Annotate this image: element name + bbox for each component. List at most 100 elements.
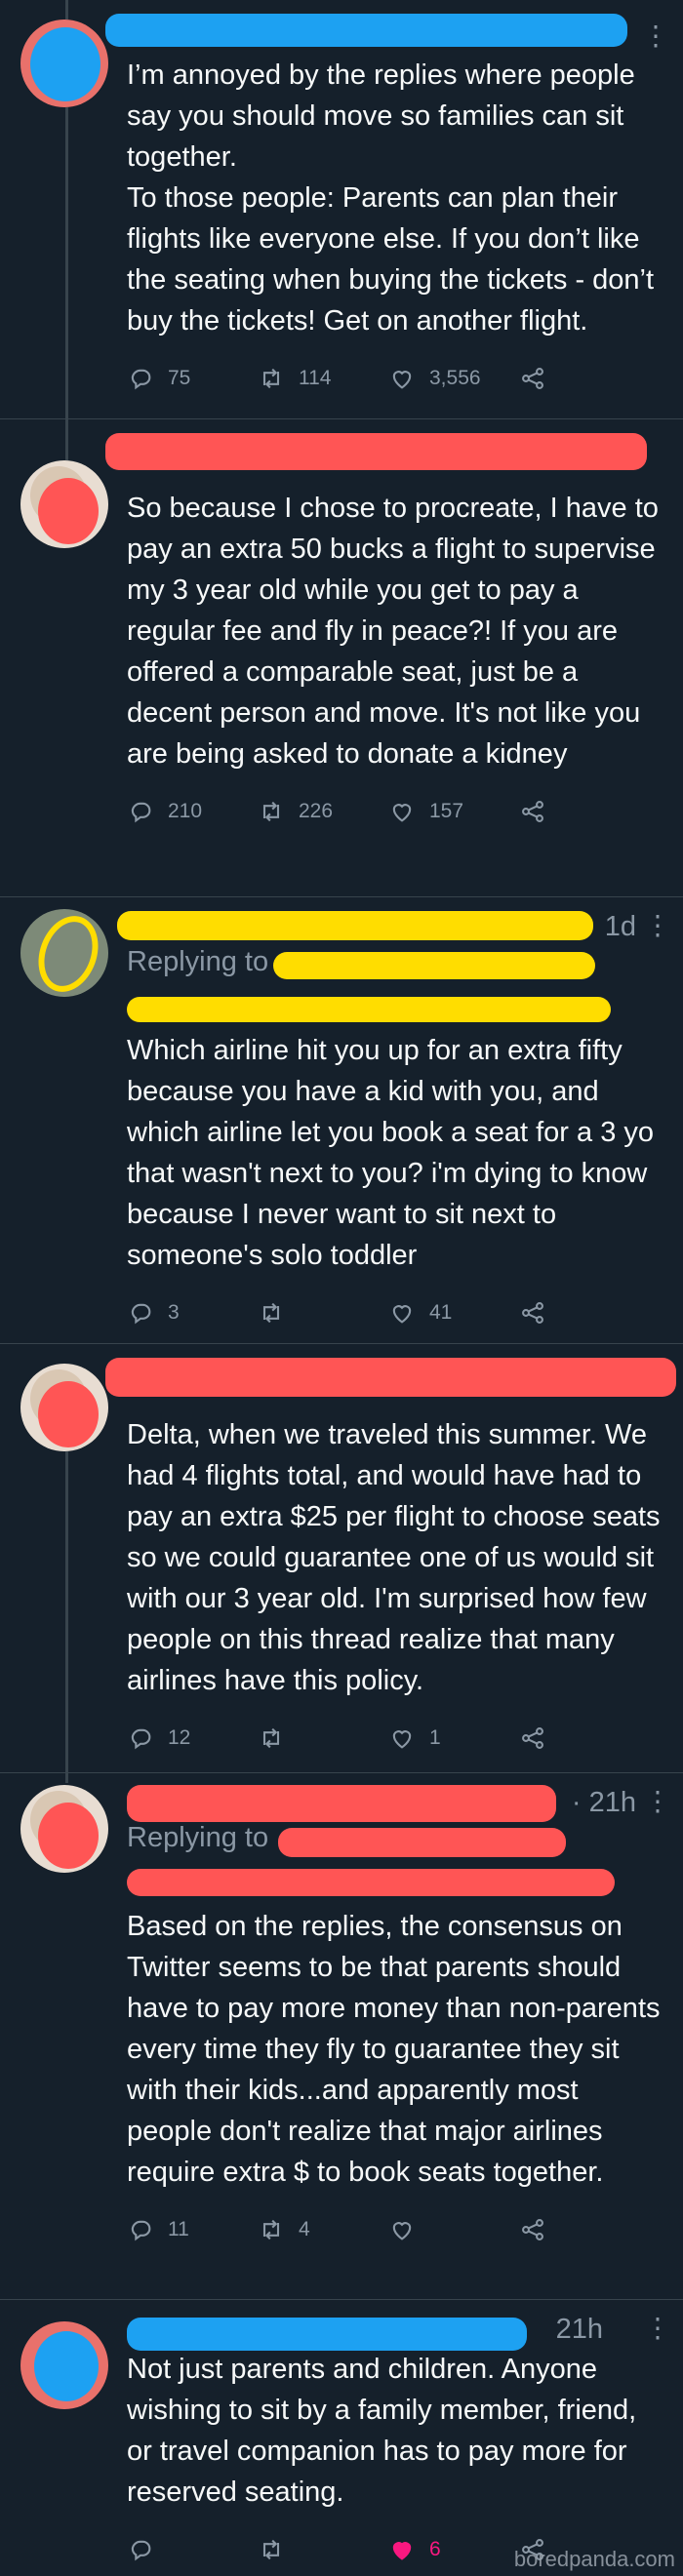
tweet-time[interactable]: 1d (605, 911, 636, 943)
retweet-button[interactable] (258, 1719, 388, 1758)
retweet-button[interactable]: 226 (258, 792, 388, 831)
retweet-button[interactable] (258, 2530, 388, 2569)
avatar[interactable] (20, 909, 108, 997)
avatar[interactable] (20, 2321, 108, 2409)
thread-line (65, 107, 68, 419)
reply-icon (131, 2220, 151, 2241)
tweet-text: So because I chose to procreate, I have … (127, 493, 666, 770)
reply-count: 12 (168, 1726, 191, 1749)
share-button[interactable] (519, 1293, 650, 1332)
tweet-actions: 210 226 157 (127, 792, 662, 831)
replying-to: Replying to (127, 946, 662, 987)
like-icon (392, 1305, 412, 1324)
reply-icon (131, 369, 151, 390)
reply-button[interactable] (127, 2530, 258, 2569)
tweet-header: · 21h ⋮ (127, 1783, 671, 1822)
tweet-text: I’m annoyed by the replies where people … (127, 59, 655, 337)
redacted-handle (127, 997, 611, 1022)
retweet-icon (262, 2219, 280, 2240)
more-icon[interactable]: ⋮ (644, 1785, 671, 1817)
redacted-handle (127, 1869, 615, 1896)
reply-button[interactable]: 210 (127, 792, 258, 831)
thread-line (65, 419, 68, 460)
reply-icon (131, 802, 151, 823)
tweet-header: 21h ⋮ (127, 2310, 671, 2349)
tweet-actions: 12 1 (127, 1719, 662, 1758)
share-icon (522, 2219, 543, 2240)
retweet-button[interactable] (258, 1293, 388, 1332)
reply-count: 210 (168, 800, 203, 822)
like-count: 157 (429, 800, 464, 822)
replying-to-label: Replying to (127, 1822, 269, 1853)
retweet-icon (262, 801, 280, 822)
reply-button[interactable]: 11 (127, 2210, 258, 2249)
retweet-icon (262, 1727, 280, 1749)
redacted-name (105, 14, 627, 47)
like-count: 3,556 (429, 367, 481, 389)
like-count: 1 (429, 1726, 441, 1749)
retweet-button[interactable]: 114 (258, 359, 388, 398)
share-button[interactable] (519, 792, 650, 831)
tweet-text: Based on the replies, the consensus on T… (127, 1911, 668, 2188)
retweet-icon (262, 368, 280, 389)
tweet-6[interactable]: 21h ⋮ Not just parents and children. Any… (0, 2300, 683, 2576)
tweet-1[interactable]: ⋮ I’m annoyed by the replies where peopl… (0, 0, 683, 419)
tweet-time[interactable]: · 21h (572, 1787, 636, 1819)
share-button[interactable] (519, 2210, 650, 2249)
avatar[interactable] (20, 20, 108, 107)
tweet-2[interactable]: So because I chose to procreate, I have … (0, 419, 683, 897)
thread-line (65, 0, 68, 20)
avatar[interactable] (20, 1785, 108, 1873)
reply-count: 3 (168, 1301, 180, 1324)
reply-button[interactable]: 75 (127, 359, 258, 398)
avatar[interactable] (20, 460, 108, 548)
reply-icon (131, 2540, 151, 2561)
replying-to: Replying to (127, 1822, 662, 1863)
redacted-name (105, 1358, 676, 1397)
like-button[interactable]: 1 (388, 1719, 519, 1758)
share-icon (522, 368, 543, 389)
share-button[interactable] (519, 359, 650, 398)
like-button[interactable] (388, 2210, 519, 2249)
retweet-count: 226 (299, 800, 334, 822)
more-icon[interactable]: ⋮ (642, 20, 669, 52)
retweet-icon (262, 1302, 280, 1324)
tweet-3[interactable]: 1d ⋮ Replying to Which airline hit you u… (0, 897, 683, 1344)
tweet-5[interactable]: · 21h ⋮ Replying to Based on the replies… (0, 1773, 683, 2300)
like-icon (392, 1730, 412, 1749)
retweet-count: 4 (299, 2218, 310, 2240)
share-icon (522, 1727, 543, 1749)
like-button[interactable]: 41 (388, 1293, 519, 1332)
tweet-actions: 75 114 3,556 (127, 359, 662, 398)
tweet-actions: 11 4 (127, 2210, 662, 2249)
reply-count: 11 (168, 2218, 189, 2240)
tweet-text: Which airline hit you up for an extra fi… (127, 1035, 663, 1271)
tweet-text: Not just parents and children. Anyone wi… (127, 2354, 645, 2508)
reply-icon (131, 1728, 151, 1750)
more-icon[interactable]: ⋮ (644, 909, 671, 941)
avatar[interactable] (20, 1364, 108, 1451)
thread-line (65, 1451, 68, 1773)
like-count: 41 (429, 1301, 453, 1324)
watermark: boredpanda.com (513, 2547, 675, 2571)
share-icon (522, 801, 543, 822)
like-icon (392, 371, 412, 389)
like-icon (392, 2542, 412, 2560)
tweet-4[interactable]: Delta, when we traveled this summer. We … (0, 1344, 683, 1773)
like-count: 6 (429, 2538, 441, 2560)
retweet-count: 114 (299, 367, 332, 389)
like-button[interactable]: 6 (388, 2530, 519, 2569)
more-icon[interactable]: ⋮ (644, 2312, 671, 2344)
like-button[interactable]: 3,556 (388, 359, 519, 398)
reply-button[interactable]: 12 (127, 1719, 258, 1758)
tweet-text: Delta, when we traveled this summer. We … (127, 1419, 668, 1696)
replying-to-label: Replying to (127, 946, 269, 977)
reply-button[interactable]: 3 (127, 1293, 258, 1332)
tweet-time[interactable]: 21h (556, 2314, 603, 2346)
like-button[interactable]: 157 (388, 792, 519, 831)
thread-line (65, 1773, 68, 1783)
retweet-button[interactable]: 4 (258, 2210, 388, 2249)
retweet-icon (262, 2539, 280, 2560)
reply-icon (131, 1303, 151, 1325)
share-button[interactable] (519, 1719, 650, 1758)
